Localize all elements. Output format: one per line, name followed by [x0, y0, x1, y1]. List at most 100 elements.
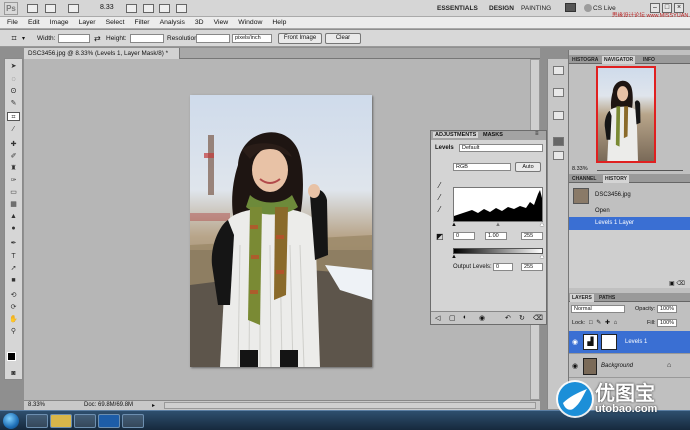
reset-icon[interactable]: ↻ — [519, 314, 525, 322]
menu-image[interactable]: Image — [50, 19, 69, 26]
menu-window[interactable]: Window — [238, 19, 262, 26]
navigator-zoom-slider[interactable] — [597, 166, 683, 171]
front-image-button[interactable]: Front Image — [278, 33, 322, 44]
output-black-value[interactable]: 0 — [493, 263, 513, 271]
blur-tool-icon[interactable]: ▲ — [7, 212, 20, 221]
swap-dimensions-icon[interactable]: ⇄ — [94, 34, 101, 43]
layer-name[interactable]: Levels 1 — [625, 339, 647, 345]
gray-input-slider[interactable]: ▲ — [495, 222, 501, 228]
eyedropper-tool-icon[interactable]: ⁄ — [7, 125, 20, 134]
minimize-button[interactable]: – — [650, 3, 660, 13]
workspace-design[interactable]: DESIGN — [489, 5, 514, 12]
taskbar-explorer-icon[interactable] — [50, 414, 72, 428]
quick-mask-icon[interactable]: ◙ — [7, 369, 20, 378]
workspace-more-icon[interactable] — [565, 3, 576, 12]
clone-stamp-tool-icon[interactable]: ♜ — [7, 164, 20, 173]
crop-tool-active-icon[interactable]: ⌗ — [7, 112, 20, 121]
tab-layers[interactable]: LAYERS — [570, 294, 594, 302]
visibility-eye-icon[interactable]: ◉ — [572, 338, 578, 346]
path-selection-tool-icon[interactable]: ➚ — [7, 264, 20, 273]
zoom-tool-icon[interactable] — [143, 4, 154, 13]
status-menu-arrow-icon[interactable]: ▸ — [152, 402, 155, 409]
eraser-tool-icon[interactable]: ▭ — [7, 188, 20, 197]
input-gamma-value[interactable]: 1.00 — [485, 232, 507, 240]
document-tab[interactable]: DSC3456.jpg @ 8.33% (Levels 1, Layer Mas… — [24, 48, 180, 59]
input-white-value[interactable]: 255 — [521, 232, 543, 240]
dock-adjustments-icon[interactable] — [553, 137, 564, 146]
horizontal-scrollbar[interactable] — [164, 402, 536, 409]
taskbar-app-icon[interactable] — [122, 414, 144, 428]
pen-tool-icon[interactable]: ✒ — [7, 239, 20, 248]
hand-tool-panel-icon[interactable]: ✋ — [7, 315, 20, 324]
brush-tool-icon[interactable]: ✐ — [7, 152, 20, 161]
dock-swatches-icon[interactable] — [553, 111, 564, 120]
tab-histogram[interactable]: HISTOGRA — [570, 56, 600, 64]
healing-brush-tool-icon[interactable]: ✚ — [7, 140, 20, 149]
tab-channels[interactable]: CHANNEL — [570, 175, 598, 183]
bridge-icon[interactable] — [27, 4, 38, 13]
status-zoom[interactable]: 8.33% — [28, 402, 45, 408]
black-input-slider[interactable]: ▲ — [451, 222, 457, 228]
workspace-essentials[interactable]: ESSENTIALS — [437, 5, 478, 12]
height-input[interactable] — [130, 34, 164, 43]
tab-info[interactable]: INFO — [641, 56, 657, 64]
dodge-tool-icon[interactable]: ● — [7, 224, 20, 233]
channel-select[interactable]: RGB — [453, 163, 511, 171]
maximize-button[interactable]: □ — [662, 3, 672, 13]
return-to-list-icon[interactable]: ◁ — [435, 314, 440, 322]
type-tool-icon[interactable]: T — [7, 252, 20, 261]
rotate-view-icon[interactable] — [159, 4, 170, 13]
hand-tool-icon[interactable] — [126, 4, 137, 13]
shape-tool-icon[interactable]: ■ — [7, 276, 20, 285]
lasso-tool-icon[interactable]: ʘ — [7, 87, 20, 96]
3d-rotate-tool-icon[interactable]: ⟲ — [7, 291, 20, 300]
panel-menu-icon[interactable]: ≡ — [535, 131, 539, 137]
dock-histogram-icon[interactable] — [553, 66, 564, 75]
output-white-value[interactable]: 255 — [521, 263, 543, 271]
arrange-documents-icon[interactable] — [176, 4, 187, 13]
dock-color-icon[interactable] — [553, 88, 564, 97]
lock-icons[interactable]: □ ✎ ✚ ⌂ — [589, 319, 618, 326]
menu-help[interactable]: Help — [272, 19, 286, 26]
resolution-input[interactable] — [196, 34, 230, 43]
history-brush-tool-icon[interactable]: ✑ — [7, 176, 20, 185]
white-input-slider[interactable]: ▲ — [539, 222, 545, 228]
layer-name[interactable]: Background — [601, 363, 633, 369]
foreground-color-swatch[interactable] — [7, 352, 16, 361]
menu-file[interactable]: File — [7, 19, 18, 26]
view-extras-icon[interactable] — [68, 4, 79, 13]
quick-selection-tool-icon[interactable]: ✎ — [7, 99, 20, 108]
close-button[interactable]: × — [674, 3, 684, 13]
fill-input[interactable]: 100% — [657, 319, 677, 327]
resolution-unit-select[interactable]: pixels/inch — [232, 34, 272, 43]
clear-button[interactable]: Clear — [325, 33, 361, 44]
history-item-levels[interactable]: Levels 1 Layer — [569, 217, 690, 230]
expanded-view-icon[interactable]: ▢ — [449, 314, 456, 322]
zoom-tool-panel-icon[interactable]: ⚲ — [7, 327, 20, 336]
menu-layer[interactable]: Layer — [79, 19, 96, 26]
workspace-painting[interactable]: PAINTING — [521, 5, 551, 12]
gray-point-eyedropper-icon[interactable]: ⁄ — [439, 193, 440, 202]
layer-mask-thumb[interactable] — [601, 334, 617, 350]
preset-select[interactable]: Default — [459, 144, 543, 152]
move-tool-icon[interactable]: ➤ — [7, 62, 20, 71]
visibility-icon[interactable]: ◉ — [479, 314, 485, 322]
previous-state-icon[interactable]: ↶ — [505, 314, 511, 322]
history-snapshot[interactable]: DSC3456.jpg — [569, 189, 690, 202]
dock-masks-icon[interactable] — [553, 151, 564, 160]
white-point-eyedropper-icon[interactable]: ⁄ — [439, 205, 440, 214]
auto-button[interactable]: Auto — [515, 162, 541, 172]
opacity-input[interactable]: 100% — [657, 305, 677, 313]
gradient-tool-icon[interactable]: ▦ — [7, 200, 20, 209]
taskbar-ie-icon[interactable] — [26, 414, 48, 428]
tab-paths[interactable]: PATHS — [597, 294, 617, 302]
clipping-warning-icon[interactable]: ◩ — [436, 232, 444, 241]
crop-tool-icon[interactable]: ⌗ — [8, 33, 20, 44]
menu-filter[interactable]: Filter — [134, 19, 149, 26]
3d-camera-tool-icon[interactable]: ⟳ — [7, 303, 20, 312]
taskbar-photoshop-icon[interactable] — [98, 414, 120, 428]
navigator-preview[interactable] — [596, 66, 656, 163]
blend-mode-select[interactable]: Normal — [571, 305, 625, 313]
layer-row[interactable]: ◉ ▟ Levels 1 — [569, 331, 690, 354]
black-output-slider[interactable]: ▲ — [451, 254, 457, 260]
